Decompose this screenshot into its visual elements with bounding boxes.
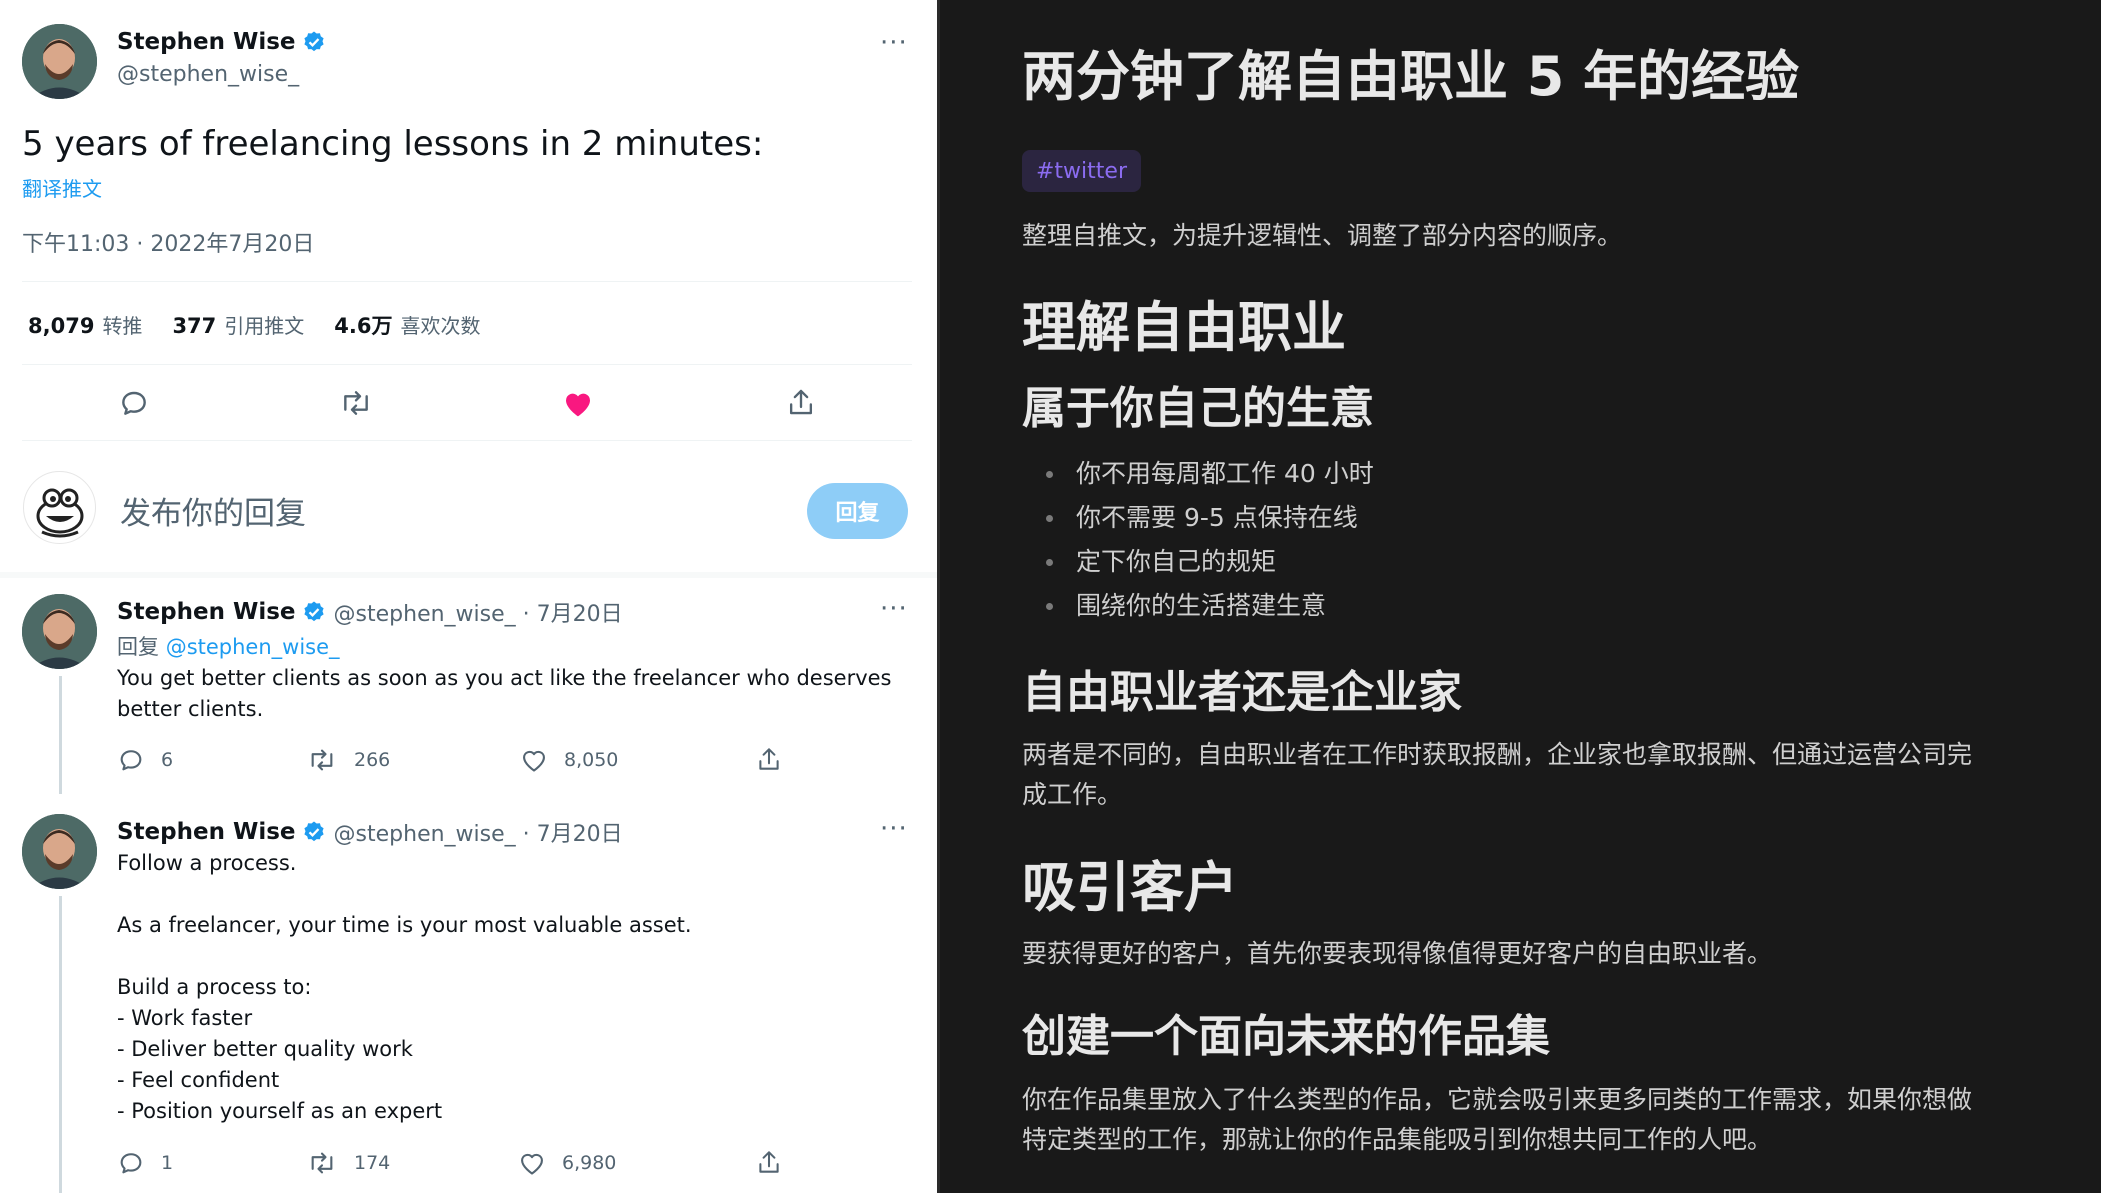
reply-icon: [120, 750, 142, 771]
divider: [22, 440, 912, 441]
reply-header: Stephen Wise @stephen_wise_ · 7月20日: [117, 816, 623, 848]
list-item: 定下你自己的规矩: [1040, 540, 1374, 584]
author-name-line: Stephen Wise: [117, 29, 326, 55]
tweet-timestamp[interactable]: 下午11:03 · 2022年7月20日: [22, 226, 314, 258]
author-handle[interactable]: @stephen_wise_: [117, 62, 299, 87]
paragraph-line: 两者是不同的，自由职业者在工作时获取报酬，企业家也拿取报酬、但通过运营公司完: [1022, 740, 1973, 769]
like-stat[interactable]: 4.6万 喜欢次数: [334, 310, 480, 340]
like-count: 8,050: [564, 749, 619, 771]
reply-action[interactable]: 1: [117, 1149, 173, 1177]
tweet-stats: 8,079 转推 377 引用推文 4.6万 喜欢次数: [28, 310, 510, 340]
share-icon[interactable]: [756, 745, 782, 773]
share-icon[interactable]: [786, 386, 816, 418]
quote-count: 377: [172, 314, 217, 338]
heart-icon: [523, 750, 545, 772]
verified-badge-icon: [302, 600, 326, 624]
reply-author-name[interactable]: Stephen Wise: [117, 599, 296, 625]
reply-button[interactable]: 回复: [807, 483, 908, 539]
notes-panel: 两分钟了解自由职业 5 年的经验 #twitter 整理自推文，为提升逻辑性、调…: [940, 0, 2101, 1193]
thread-connector: [59, 896, 62, 1193]
section-separator: [0, 572, 937, 578]
tag-twitter[interactable]: #twitter: [1022, 150, 1141, 192]
section-heading: 吸引客户: [1022, 856, 1238, 919]
verified-badge-icon: [302, 30, 326, 54]
reply-author-name[interactable]: Stephen Wise: [117, 819, 296, 845]
paragraph: 要获得更好的客户，首先你要表现得像值得更好客户的自由职业者。: [1022, 939, 1773, 968]
like-icon-active[interactable]: [562, 388, 594, 418]
subsection-heading: 自由职业者还是企业家: [1022, 667, 1462, 718]
retweet-count: 266: [354, 749, 391, 771]
like-count: 4.6万: [334, 314, 393, 338]
like-count: 6,980: [562, 1152, 617, 1174]
reply-meta[interactable]: @stephen_wise_ · 7月20日: [334, 596, 623, 628]
list-item: 你不用每周都工作 40 小时: [1040, 452, 1374, 496]
paragraph-line: 你在作品集里放入了什么类型的作品，它就会吸引来更多同类的工作需求，如果你想做: [1022, 1085, 1973, 1114]
replying-to: 回复 @stephen_wise_: [117, 631, 340, 661]
subsection-heading: 创建一个面向未来的作品集: [1022, 1011, 1550, 1062]
like-label: 喜欢次数: [400, 314, 481, 338]
reply-text: Follow a process. As a freelancer, your …: [117, 851, 692, 1123]
reply-icon: [120, 1153, 142, 1174]
list-item: 你不需要 9-5 点保持在线: [1040, 496, 1374, 540]
retweet-count: 174: [354, 1152, 391, 1174]
more-options-icon[interactable]: ···: [880, 30, 908, 56]
bullet-list: 你不用每周都工作 40 小时 你不需要 9-5 点保持在线 定下你自己的规矩 围…: [1040, 452, 1374, 628]
retweet-icon[interactable]: [338, 387, 374, 419]
retweet-icon: [311, 1152, 333, 1174]
reply-action[interactable]: 6: [117, 746, 173, 774]
author-name[interactable]: Stephen Wise: [117, 29, 296, 55]
replying-to-label: 回复: [117, 635, 159, 659]
heart-icon: [521, 1153, 543, 1175]
translate-tweet-link[interactable]: 翻译推文: [22, 173, 102, 202]
reply-author-avatar[interactable]: [22, 594, 97, 669]
more-options-icon[interactable]: ···: [880, 596, 908, 622]
retweet-action[interactable]: 174: [306, 1149, 390, 1177]
thread-connector: [59, 676, 62, 794]
current-user-avatar[interactable]: [22, 470, 97, 545]
reply-input[interactable]: 发布你的回复: [120, 488, 306, 533]
retweet-icon: [311, 749, 333, 771]
divider: [22, 364, 912, 365]
section-heading: 理解自由职业: [1022, 296, 1346, 359]
retweet-stat[interactable]: 8,079 转推: [28, 310, 142, 340]
share-icon[interactable]: [756, 1148, 782, 1176]
quote-stat[interactable]: 377 引用推文: [172, 310, 304, 340]
retweet-count: 8,079: [28, 314, 95, 338]
reply-header: Stephen Wise @stephen_wise_ · 7月20日: [117, 596, 623, 628]
notes-title: 两分钟了解自由职业 5 年的经验: [1022, 45, 1800, 108]
subsection-heading: 属于你自己的生意: [1022, 383, 1374, 434]
reply-meta[interactable]: @stephen_wise_ · 7月20日: [334, 816, 623, 848]
divider: [22, 281, 912, 282]
like-action[interactable]: 6,980: [518, 1150, 616, 1176]
reply-count: 1: [161, 1152, 174, 1174]
tweet-text: 5 years of freelancing lessons in 2 minu…: [22, 124, 764, 164]
author-avatar[interactable]: [22, 24, 97, 99]
reply-author-avatar[interactable]: [22, 814, 97, 889]
paragraph-line: 成工作。: [1022, 780, 1123, 809]
list-item: 围绕你的生活搭建生意: [1040, 584, 1374, 628]
reply-text: You get better clients as soon as you ac…: [117, 666, 892, 721]
more-options-icon[interactable]: ···: [880, 816, 908, 842]
replying-to-handle-link[interactable]: @stephen_wise_: [166, 635, 340, 659]
verified-badge-icon: [302, 820, 326, 844]
quote-label: 引用推文: [224, 314, 305, 338]
tweet-panel: Stephen Wise @stephen_wise_ ··· 5 years …: [0, 0, 940, 1193]
retweet-label: 转推: [102, 314, 143, 338]
like-action[interactable]: 8,050: [520, 747, 618, 773]
reply-icon[interactable]: [118, 387, 150, 419]
reply-count: 6: [161, 749, 174, 771]
paragraph-line: 特定类型的工作，那就让你的作品集能吸引到你想共同工作的人吧。: [1022, 1125, 1773, 1154]
notes-intro: 整理自推文，为提升逻辑性、调整了部分内容的顺序。: [1022, 221, 1623, 250]
retweet-action[interactable]: 266: [306, 746, 390, 774]
